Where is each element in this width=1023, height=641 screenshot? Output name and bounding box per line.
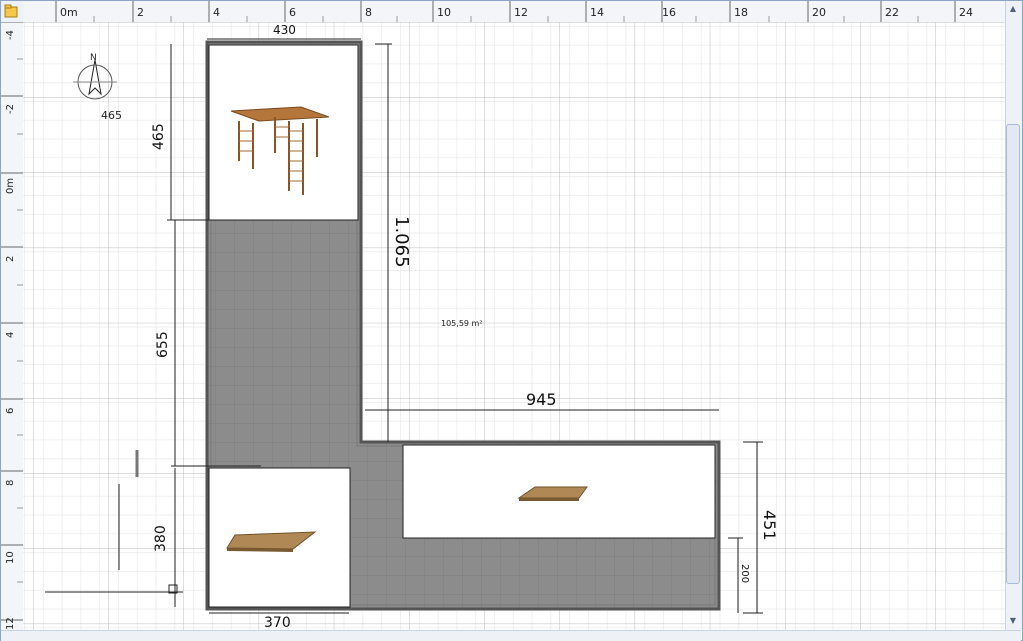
dim-right-outer: 451	[760, 510, 779, 541]
h-ruler-label: 14	[590, 6, 604, 19]
vertical-ruler: -4 -2 0m 2 4 6 8 10 12	[1, 22, 24, 630]
h-ruler-label: 6	[289, 6, 296, 19]
h-ruler-label: 8	[365, 6, 372, 19]
v-ruler-label: 2	[5, 255, 16, 262]
dim-right-long: 1.065	[391, 216, 412, 268]
vertical-scroll-thumb[interactable]	[1006, 124, 1020, 584]
dim-bottom-arm: 945	[526, 390, 557, 409]
compass-north-label: N	[90, 53, 97, 63]
v-ruler-label: 4	[5, 331, 16, 338]
h-ruler-label: 10	[437, 6, 451, 19]
v-ruler-label: 8	[5, 479, 16, 486]
h-ruler-label: 18	[734, 6, 748, 19]
scroll-down-icon[interactable]: ▼	[1006, 614, 1020, 628]
h-ruler-label: 2	[137, 6, 144, 19]
dim-top-width: 430	[273, 23, 296, 37]
h-ruler-label: 16	[662, 6, 676, 19]
dim-left-middle: 655	[155, 331, 171, 358]
h-ruler-label: 4	[213, 6, 220, 19]
plan-canvas[interactable]: N 465 430 465 1.065 655 105,59 m² 945 38…	[23, 22, 1005, 630]
folder-icon	[4, 4, 18, 18]
h-ruler-label: 24	[959, 6, 973, 19]
v-ruler-label: 6	[5, 407, 16, 414]
dim-bottom-width: 370	[264, 615, 291, 630]
dim-left-upper: 465	[151, 123, 167, 150]
h-ruler-label: 0m	[60, 6, 78, 19]
scroll-up-icon[interactable]: ▲	[1006, 2, 1020, 16]
dim-right-inner: 200	[739, 564, 750, 584]
room-area-label: 105,59 m²	[441, 319, 483, 328]
v-ruler-label: -4	[5, 30, 16, 40]
horizontal-ruler: 0m 2 4 6 8 10 12 14 16 18 20 22 24	[23, 1, 1005, 23]
pergola-box	[208, 44, 359, 221]
v-ruler-label: 0m	[5, 177, 16, 194]
dim-left-lower: 380	[153, 525, 169, 552]
h-ruler-label: 12	[514, 6, 528, 19]
h-ruler-label: 22	[885, 6, 899, 19]
h-ruler-label: 20	[812, 6, 826, 19]
ruler-corner[interactable]	[1, 1, 24, 23]
horizontal-scrollbar[interactable]	[1, 630, 1021, 641]
compass-value-label: 465	[101, 109, 122, 122]
v-ruler-label: 10	[5, 551, 16, 564]
v-ruler-label: 12	[5, 617, 16, 630]
plan-svg	[23, 22, 1005, 630]
v-ruler-label: -2	[5, 104, 16, 114]
